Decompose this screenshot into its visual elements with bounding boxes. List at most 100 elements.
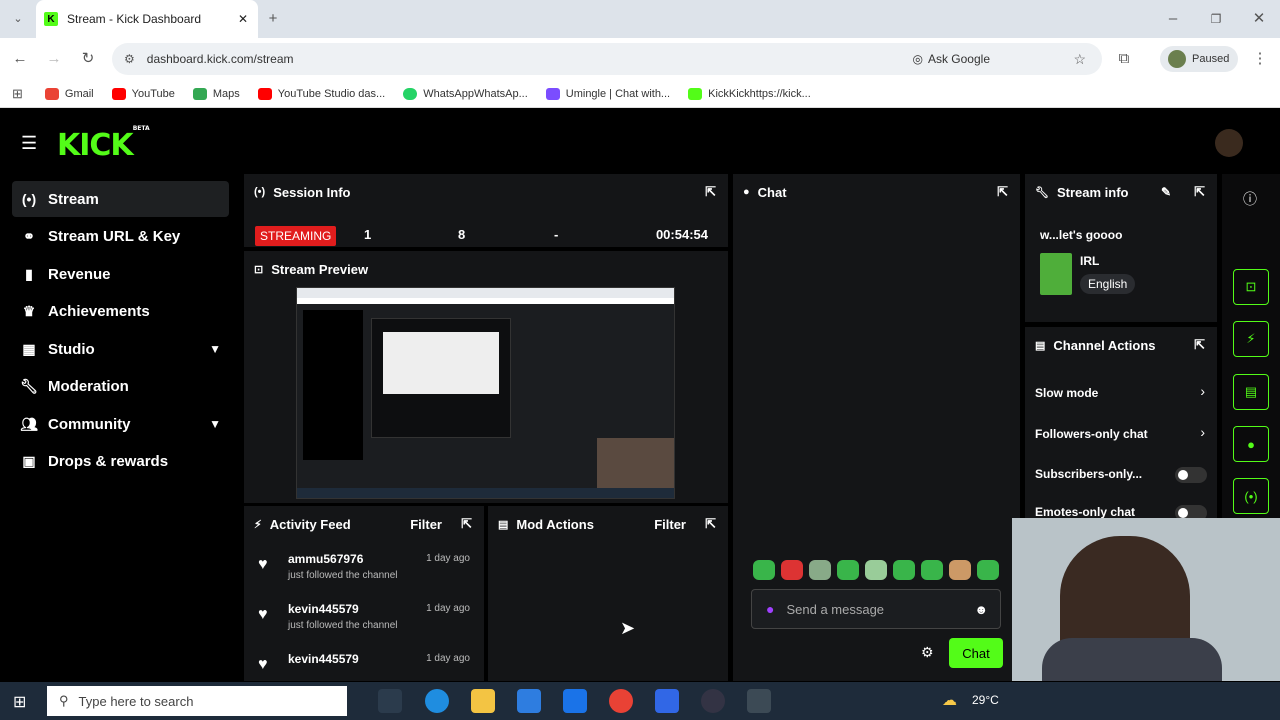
sidebar-item-stream[interactable]: (•) Stream <box>12 181 229 217</box>
terminal-icon[interactable] <box>747 689 771 713</box>
chevron-right-icon[interactable]: › <box>1200 383 1205 399</box>
close-tab-icon[interactable]: ✕ <box>238 12 248 26</box>
stream-info-panel: 🔧︎ Stream info ✎ ⇱ w...let's goooo IRL E… <box>1025 174 1217 322</box>
user-avatar[interactable] <box>1215 129 1243 157</box>
send-chat-button[interactable]: Chat <box>949 638 1003 668</box>
microphone-icon[interactable]: ● <box>766 601 774 617</box>
mod-filter-button[interactable]: Filter <box>654 517 686 532</box>
edit-pencil-icon[interactable]: ✎ <box>1161 185 1171 199</box>
people-icon: 👥︎ <box>20 415 38 432</box>
activity-item: ♥ ammu567976 just followed the channel 1 … <box>244 542 484 592</box>
popout-icon[interactable]: ⇱ <box>705 184 716 200</box>
sidebar-item-studio[interactable]: ▦ Studio ▼ <box>12 331 229 367</box>
sidebar-item-revenue[interactable]: ▮ Revenue <box>12 256 229 292</box>
bookmark-youtube-studio[interactable]: YouTube Studio das... <box>257 87 385 100</box>
bookmark-umingle[interactable]: Umingle | Chat with... <box>545 87 670 100</box>
chat-header: ● Chat ⇱ <box>743 184 1008 200</box>
gift-icon: ▣ <box>22 452 36 469</box>
app-icon[interactable] <box>655 689 679 713</box>
activity-item: ♥ kevin445579 1 day ago <box>244 642 484 681</box>
emote-icon[interactable] <box>837 560 859 580</box>
reload-icon[interactable]: ↻ <box>78 49 98 69</box>
kick-logo[interactable]: KICKBETA <box>57 125 150 163</box>
windows-start-icon[interactable]: ⊞ <box>13 692 26 712</box>
forward-icon[interactable]: → <box>44 49 64 69</box>
task-view-icon[interactable] <box>378 689 402 713</box>
close-window-icon[interactable]: ✕ <box>1249 9 1269 29</box>
weather-icon: ☁ <box>942 692 957 709</box>
chat-settings-gear-icon[interactable]: ⚙ <box>921 644 934 661</box>
edge-icon[interactable] <box>425 689 449 713</box>
slow-mode-label[interactable]: Slow mode <box>1035 386 1098 400</box>
restore-icon[interactable]: ❐ <box>1206 9 1226 29</box>
activity-feed-panel: ⚡︎ Activity Feed Filter ⇱ ♥ ammu567976 ju… <box>244 506 484 681</box>
preview-toggle-icon[interactable]: ⊡ <box>1233 269 1269 305</box>
chrome-icon[interactable] <box>609 689 633 713</box>
browser-menu-icon[interactable]: ⋮ <box>1250 49 1270 69</box>
stream-preview-video[interactable] <box>296 287 675 499</box>
link-icon: ⚭ <box>23 227 35 244</box>
stream-info-header: 🔧︎ Stream info ✎ ⇱ <box>1035 184 1205 200</box>
emote-icon[interactable] <box>893 560 915 580</box>
ask-google-button[interactable]: ◎ Ask Google <box>912 52 990 66</box>
emote-icon[interactable] <box>781 560 803 580</box>
trophy-icon: ♛ <box>22 302 36 319</box>
chat-bubble-icon[interactable]: ● <box>1233 426 1269 462</box>
activity-text: just followed the channel <box>288 620 398 631</box>
popout-icon[interactable]: ⇱ <box>461 516 472 532</box>
emote-icon[interactable] <box>865 560 887 580</box>
emote-icon[interactable] <box>809 560 831 580</box>
broadcast-icon: (•) <box>254 186 266 198</box>
browser-tab[interactable]: K Stream - Kick Dashboard ✕ <box>36 0 258 38</box>
file-explorer-icon[interactable] <box>471 689 495 713</box>
sidebar-item-achievements[interactable]: ♛ Achievements <box>12 293 229 329</box>
profile-status: Paused <box>1192 53 1230 65</box>
bookmark-youtube[interactable]: YouTube <box>111 87 175 100</box>
sidebar-item-moderation[interactable]: 🔧︎ Moderation <box>12 368 229 404</box>
bookmark-maps[interactable]: Maps <box>192 87 240 100</box>
broadcast-icon[interactable]: (•) <box>1233 478 1269 514</box>
sidebar-item-stream-url-key[interactable]: ⚭ Stream URL & Key <box>12 218 229 254</box>
clipboard-icon[interactable]: ▤ <box>1233 374 1269 410</box>
popout-icon[interactable]: ⇱ <box>1194 184 1205 200</box>
emote-icon[interactable] <box>977 560 999 580</box>
obs-icon[interactable] <box>701 689 725 713</box>
popout-icon[interactable]: ⇱ <box>1194 337 1205 353</box>
activity-filter-button[interactable]: Filter <box>410 517 442 532</box>
bookmark-star-icon[interactable]: ☆ <box>1073 51 1086 68</box>
subscribers-only-toggle[interactable] <box>1175 467 1207 483</box>
emote-icon[interactable] <box>949 560 971 580</box>
emoji-icon[interactable]: ☻ <box>974 602 988 617</box>
url-text: dashboard.kick.com/stream <box>146 52 294 66</box>
popout-icon[interactable]: ⇱ <box>997 184 1008 200</box>
extensions-icon[interactable]: ⧉ <box>1114 49 1134 69</box>
chat-message-input[interactable]: ● Send a message ☻ <box>751 589 1001 629</box>
sidebar-item-drops-rewards[interactable]: ▣ Drops & rewards <box>12 443 229 479</box>
profile-button[interactable]: Paused <box>1160 46 1238 72</box>
popout-icon[interactable]: ⇱ <box>705 516 716 532</box>
mail-icon[interactable] <box>563 689 587 713</box>
tab-search-icon[interactable]: ⌄ <box>8 9 28 29</box>
info-icon[interactable]: ⓘ <box>1243 189 1257 209</box>
sidebar-item-community[interactable]: 👥︎ Community ▼ <box>12 406 229 442</box>
bookmark-whatsapp[interactable]: WhatsAppWhatsAp... <box>403 87 528 100</box>
site-info-icon[interactable]: ⚙ <box>124 52 135 66</box>
bookmark-kick[interactable]: KickKickhttps://kick... <box>688 87 811 100</box>
lightning-icon[interactable]: ⚡︎ <box>1233 321 1269 357</box>
url-input[interactable]: ⚙ dashboard.kick.com/stream ◎ Ask Google… <box>112 43 1102 75</box>
store-icon[interactable] <box>517 689 541 713</box>
emote-icon[interactable] <box>921 560 943 580</box>
activity-user: kevin445579 <box>288 652 359 666</box>
lens-icon: ◎ <box>912 52 923 66</box>
bookmark-gmail[interactable]: Gmail <box>44 87 94 100</box>
followers-only-label[interactable]: Followers-only chat <box>1035 427 1148 441</box>
chevron-right-icon[interactable]: › <box>1200 424 1205 440</box>
hamburger-menu-icon[interactable]: ☰ <box>21 133 37 154</box>
taskbar-search-input[interactable]: ⚲ Type here to search <box>47 686 347 716</box>
emote-icon[interactable] <box>753 560 775 580</box>
new-tab-icon[interactable]: + <box>263 9 283 29</box>
apps-grid-icon[interactable]: ⊞ <box>12 86 23 102</box>
minimize-icon[interactable]: – <box>1163 9 1183 29</box>
back-icon[interactable]: ← <box>10 49 30 69</box>
lightning-icon: ⚡︎ <box>254 518 262 531</box>
